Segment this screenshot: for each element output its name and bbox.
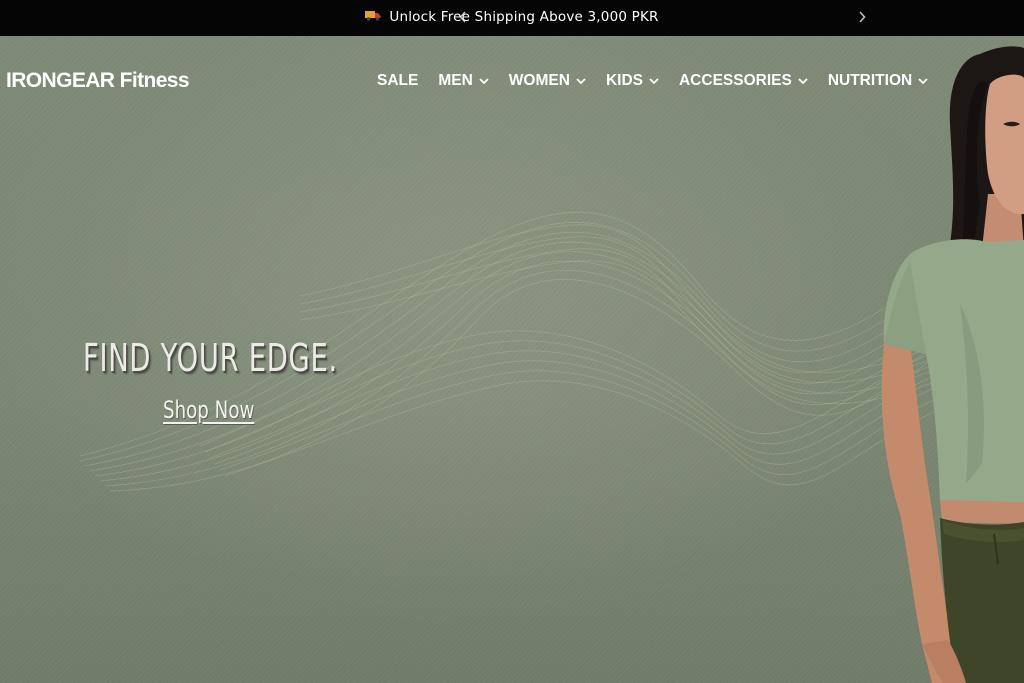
nav-item-label: MEN xyxy=(438,72,473,89)
announcement-text: Unlock Free Shipping Above 3,000 PKR xyxy=(389,9,659,25)
main-navigation: SALE MEN WOMEN KIDS ACCESSORIES NUTRITIO… xyxy=(377,72,948,90)
brand-logo[interactable]: IRONGEAR Fitness xyxy=(6,69,190,93)
model-photo xyxy=(881,46,1024,683)
hero-headline: FIND YOUR EDGE. xyxy=(83,336,338,380)
chevron-right-icon xyxy=(859,11,866,23)
nav-item-kids[interactable]: KIDS xyxy=(606,72,659,90)
nav-item-label: SALE xyxy=(377,72,419,89)
announcement-bar: Unlock Free Shipping Above 3,000 PKR xyxy=(0,0,1024,36)
nav-item-label: ACCESSORIES xyxy=(678,72,792,89)
chevron-down-icon xyxy=(798,77,808,85)
nav-item-accessories[interactable]: ACCESSORIES xyxy=(679,72,808,90)
nav-item-women[interactable]: WOMEN xyxy=(509,72,586,90)
truck-icon xyxy=(365,9,381,25)
shop-now-link[interactable]: Shop Now xyxy=(163,396,254,424)
nav-item-label: KIDS xyxy=(605,72,643,89)
chevron-down-icon xyxy=(479,77,489,85)
hero-banner: IRONGEAR Fitness SALE MEN WOMEN KIDS ACC… xyxy=(0,36,1024,683)
nav-item-sale[interactable]: SALE xyxy=(377,72,418,90)
nav-item-men[interactable]: MEN xyxy=(438,72,489,90)
chevron-down-icon xyxy=(649,77,659,85)
next-announcement-button[interactable] xyxy=(852,7,872,27)
chevron-down-icon xyxy=(576,77,586,85)
nav-item-label: WOMEN xyxy=(508,72,570,89)
